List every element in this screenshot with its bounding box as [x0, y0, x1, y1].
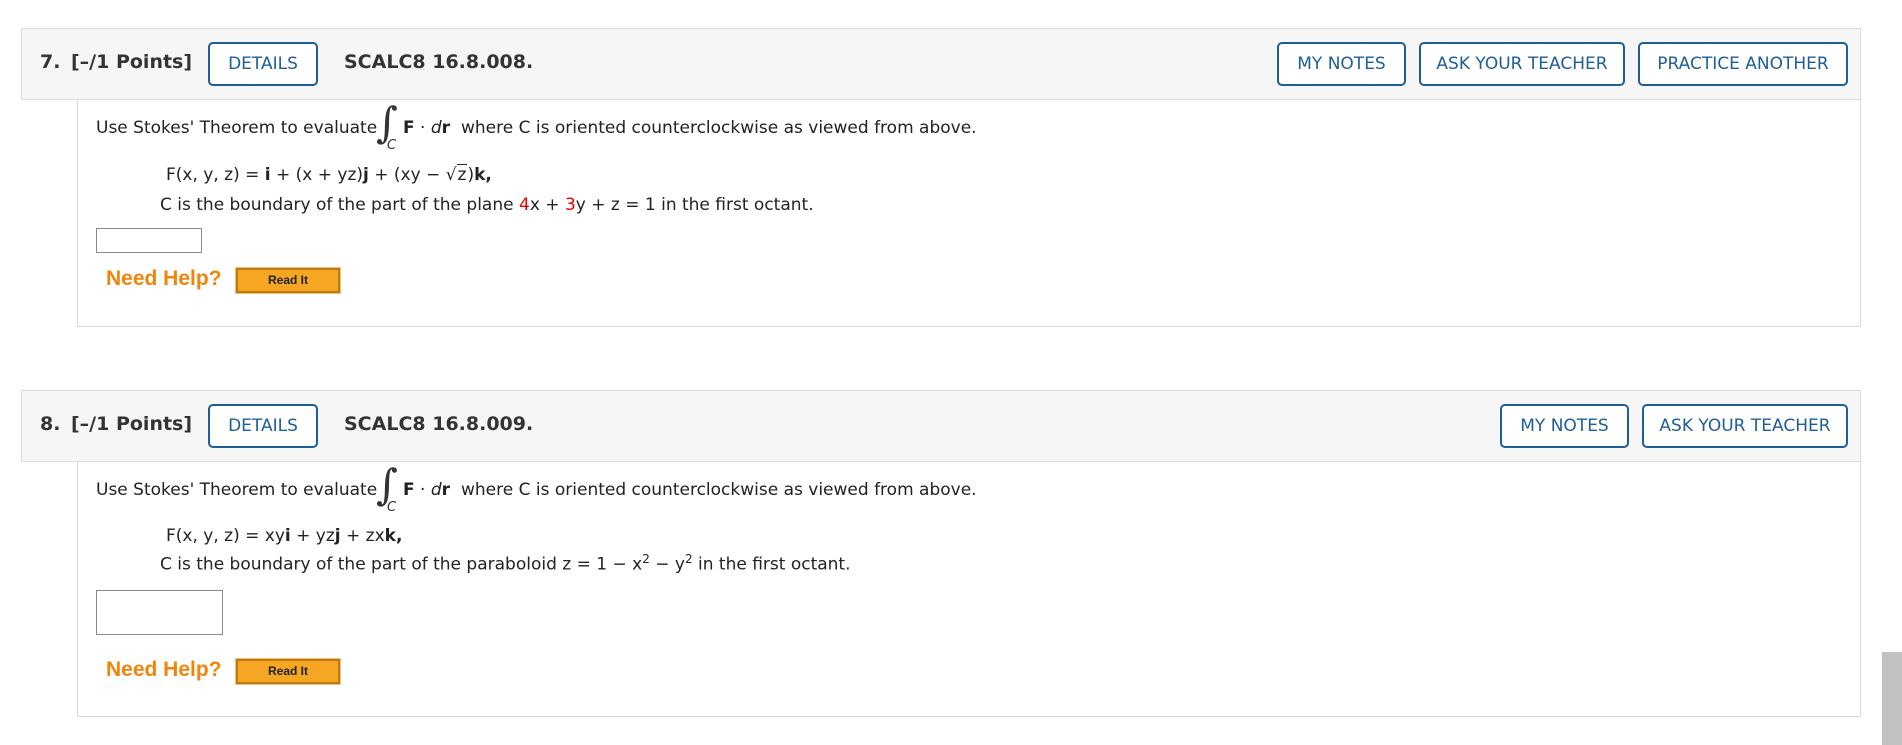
plane-mid1: x +: [529, 195, 565, 215]
exponent-x: 2: [642, 552, 650, 566]
my-notes-button[interactable]: MY NOTES: [1277, 42, 1406, 86]
prompt-after: where C is oriented counterclockwise as …: [461, 480, 977, 500]
question-7: 7. [–/1 Points] DETAILS SCALC8 16.8.008.…: [21, 28, 1861, 327]
question-points: [–/1 Points]: [71, 51, 193, 73]
details-button[interactable]: DETAILS: [208, 404, 318, 448]
question-code: SCALC8 16.8.009.: [344, 413, 534, 435]
read-it-button[interactable]: Read It: [235, 267, 341, 294]
vector-field: F(x, y, z) = i + (x + yz)j + (xy − √z)k,: [166, 164, 492, 185]
answer-input[interactable]: [96, 228, 202, 253]
field-lhs: F(x, y, z) = xy: [166, 526, 285, 546]
curve-post: in the first octant.: [698, 554, 851, 575]
field-k: k,: [474, 165, 492, 185]
my-notes-button[interactable]: MY NOTES: [1500, 404, 1629, 448]
scrollbar-thumb[interactable]: [1882, 652, 1902, 745]
integrand: F · dr: [403, 480, 451, 500]
curve-description: C is the boundary of the part of the pla…: [160, 195, 814, 215]
sqrt-icon: √: [445, 165, 457, 185]
integrand: F · dr: [403, 118, 451, 138]
exponent-y: 2: [684, 552, 693, 566]
vector-field: F(x, y, z) = xyi + yzj + zxk,: [166, 526, 402, 546]
field-term3: + zx: [340, 526, 385, 546]
answer-input[interactable]: [96, 590, 223, 635]
field-term2: + yz: [290, 526, 335, 546]
question-body: Use Stokes' Theorem to evaluate ∫ C F · …: [77, 462, 1861, 717]
paraboloid-eq2: − y: [649, 554, 685, 575]
question-header: 8. [–/1 Points] DETAILS SCALC8 16.8.009.…: [21, 390, 1861, 462]
sqrt-argument: z: [456, 164, 468, 185]
need-help-label: Need Help?: [106, 658, 222, 681]
coefficient-y: 3: [564, 195, 576, 215]
curve-post: in the first octant.: [661, 195, 814, 215]
question-8: 8. [–/1 Points] DETAILS SCALC8 16.8.009.…: [21, 390, 1861, 717]
integral-subscript: C: [387, 138, 397, 153]
prompt-before: Use Stokes' Theorem to evaluate: [96, 480, 378, 500]
curve-pre: C is the boundary of the part of the pla…: [160, 195, 514, 215]
field-term3: + (xy −: [368, 165, 446, 185]
question-body: Use Stokes' Theorem to evaluate ∫ C F · …: [77, 100, 1861, 327]
prompt-before: Use Stokes' Theorem to evaluate: [96, 118, 378, 138]
curve-pre: C is the boundary of the part of the par…: [160, 554, 557, 575]
prompt-text: Use Stokes' Theorem to evaluate: [96, 480, 377, 500]
read-it-button[interactable]: Read It: [235, 658, 341, 685]
need-help-label: Need Help?: [106, 267, 222, 290]
plane-mid2: y + z = 1: [575, 195, 656, 215]
coefficient-x: 4: [519, 195, 530, 215]
field-k: k,: [384, 526, 403, 546]
practice-another-button[interactable]: PRACTICE ANOTHER: [1638, 42, 1848, 86]
question-header: 7. [–/1 Points] DETAILS SCALC8 16.8.008.…: [21, 28, 1861, 100]
ask-your-teacher-button[interactable]: ASK YOUR TEACHER: [1642, 404, 1848, 448]
integral-subscript: C: [387, 500, 397, 515]
details-button[interactable]: DETAILS: [208, 42, 318, 86]
ask-your-teacher-button[interactable]: ASK YOUR TEACHER: [1419, 42, 1625, 86]
paraboloid-eq: z = 1 − x: [562, 554, 643, 575]
question-points: [–/1 Points]: [71, 413, 193, 435]
question-code: SCALC8 16.8.008.: [344, 51, 534, 73]
question-number: 7.: [40, 51, 61, 73]
field-term2: + (x + yz): [270, 165, 364, 185]
prompt-text: Use Stokes' Theorem to evaluate: [96, 118, 377, 138]
field-lhs: F(x, y, z) =: [166, 165, 260, 185]
question-number: 8.: [40, 413, 61, 435]
curve-description: C is the boundary of the part of the par…: [160, 552, 851, 575]
prompt-after: where C is oriented counterclockwise as …: [461, 118, 977, 138]
